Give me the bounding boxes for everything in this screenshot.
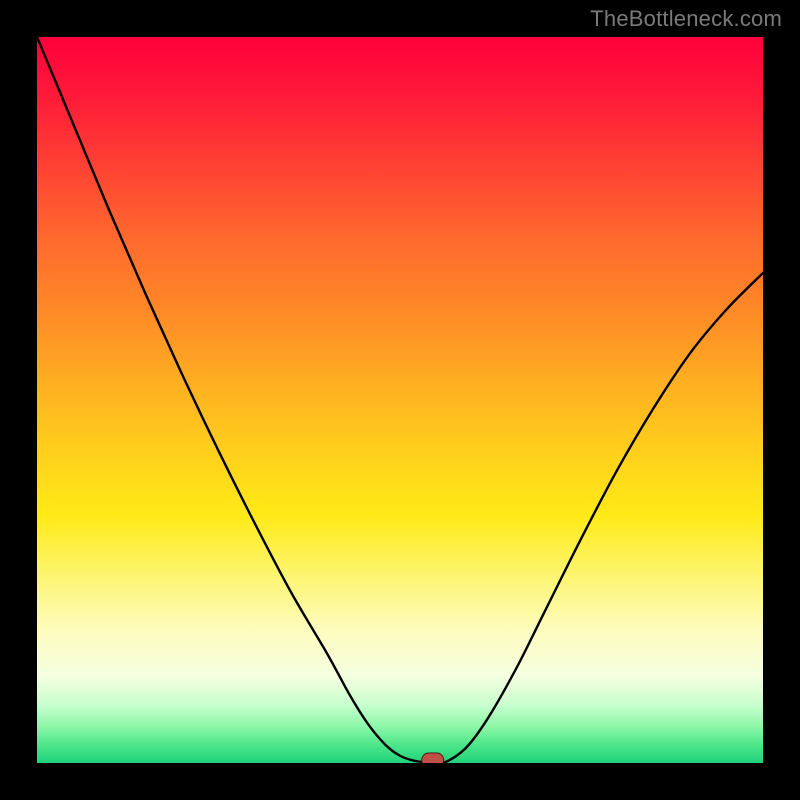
chart-frame: TheBottleneck.com [0, 0, 800, 800]
minimum-marker [422, 753, 444, 763]
plot-area [37, 37, 763, 763]
curve-layer [37, 37, 763, 763]
bottleneck-curve [37, 37, 763, 763]
watermark-text: TheBottleneck.com [590, 6, 782, 32]
